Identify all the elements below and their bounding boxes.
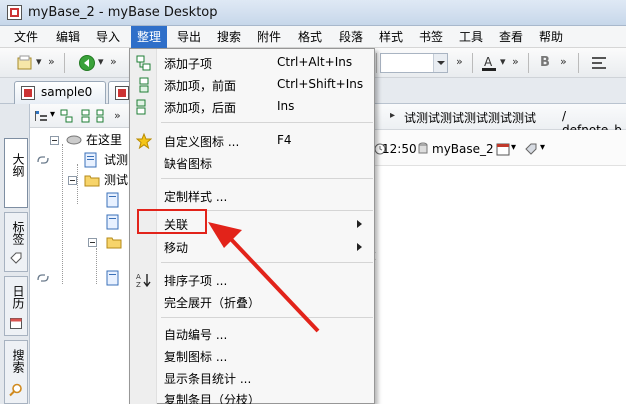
annotation-arrow-icon [208, 222, 320, 333]
